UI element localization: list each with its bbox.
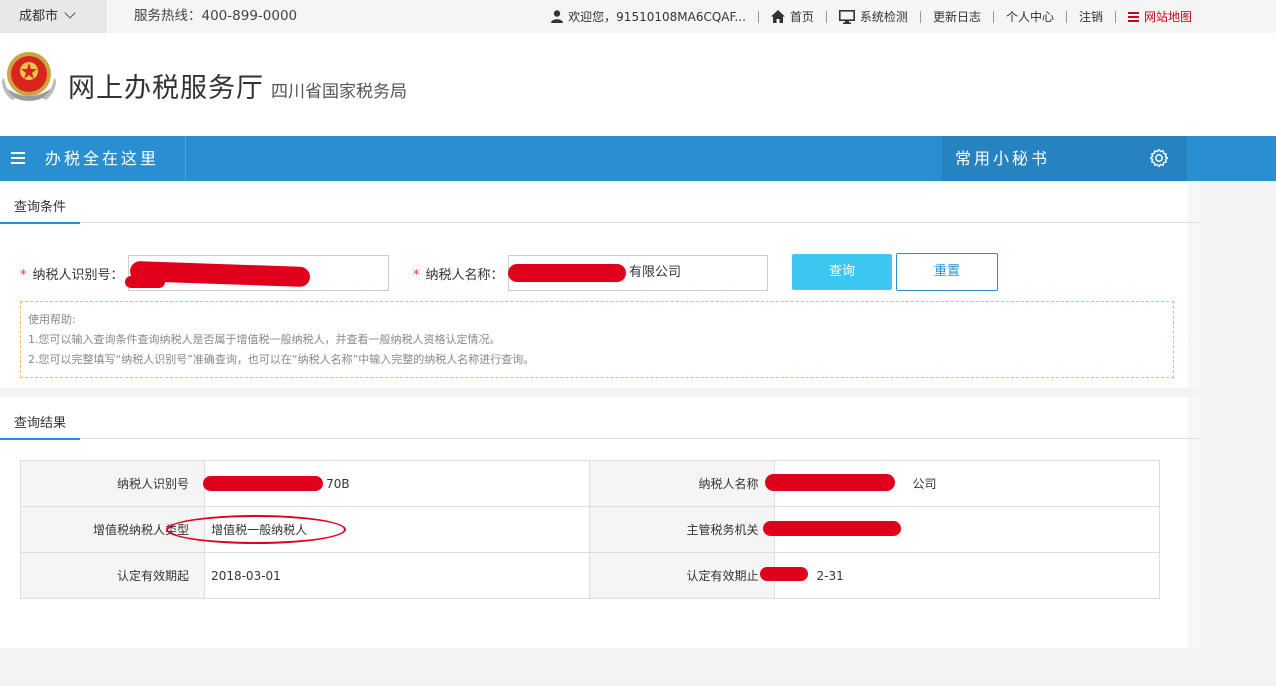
system-check-label: 系统检测: [859, 10, 908, 24]
personal-center-label: 个人中心: [1005, 10, 1054, 24]
usage-help-box: 使用帮助: 1.您可以输入查询条件查询纳税人是否属于增值税一般纳税人，并查看一般…: [20, 301, 1174, 378]
update-log-link[interactable]: 更新日志: [933, 8, 981, 25]
nav-right-spacer: [1188, 136, 1276, 181]
help-title: 使用帮助:: [28, 313, 76, 326]
taxpayer-id-label: * 纳税人识别号：: [20, 264, 124, 283]
page-subtitle: 四川省国家税务局: [271, 82, 407, 102]
hamburger-icon: [11, 152, 25, 164]
redaction-mark: [765, 474, 895, 491]
redaction-mark: [763, 521, 901, 536]
required-marker: *: [413, 268, 420, 283]
logout-label: 注销: [1078, 10, 1103, 24]
list-icon: [1127, 11, 1139, 22]
sitemap-label: 网站地图: [1143, 10, 1192, 24]
sitemap-link[interactable]: 网站地图: [1127, 8, 1192, 25]
redaction-mark: [760, 567, 808, 581]
logout-link[interactable]: 注销: [1079, 8, 1103, 25]
menu-button[interactable]: 办税全在这里: [0, 136, 186, 181]
top-bar: 成都市 服务热线：400-899-0000 欢迎您，91510108MA6CQA…: [0, 0, 1276, 33]
result-value: 2018-03-01: [204, 552, 591, 599]
top-links: 欢迎您，91510108MA6CQAF... 首页 系统检测 更新日志 个人中心…: [551, 0, 1192, 33]
result-key: 增值税纳税人类型: [19, 506, 206, 553]
result-key: 认定有效期起: [19, 552, 206, 599]
divider: [992, 10, 994, 23]
table-row: 纳税人识别号 70B 纳税人名称 公司: [19, 460, 1161, 507]
tax-emblem-logo: [2, 52, 56, 101]
result-value: 2-31: [773, 552, 1161, 599]
result-key: 主管税务机关: [589, 506, 775, 553]
monitor-icon: [838, 9, 855, 24]
redaction-mark: [508, 264, 626, 282]
table-row: 认定有效期起 2018-03-01 认定有效期止 2-31: [19, 552, 1161, 599]
required-marker: *: [20, 268, 27, 283]
divider: [757, 10, 759, 23]
result-section-header: 查询结果: [0, 397, 1200, 440]
home-icon: [770, 10, 785, 23]
query-section-header: 查询条件: [0, 181, 1200, 224]
divider: [825, 10, 827, 23]
result-table: 纳税人识别号 70B 纳税人名称 公司 增值税纳税人类型 增值税一般纳税人 主管…: [19, 460, 1161, 599]
taxpayer-name-label-text: 纳税人名称：: [425, 268, 504, 283]
result-section-title: 查询结果: [0, 410, 81, 440]
page-title: 网上办税服务厅: [68, 73, 264, 104]
query-section-title: 查询条件: [0, 194, 81, 224]
home-link-label: 首页: [789, 10, 814, 24]
site-header: 网上办税服务厅 四川省国家税务局: [0, 33, 1276, 136]
result-key: 认定有效期止: [589, 552, 775, 599]
table-row: 增值税纳税人类型 增值税一般纳税人 主管税务机关: [19, 506, 1161, 553]
home-link[interactable]: 首页: [770, 8, 814, 25]
result-key: 纳税人名称: [589, 460, 775, 507]
city-selector[interactable]: 成都市: [0, 0, 106, 33]
section-gap: [0, 388, 1200, 397]
user-icon: [551, 10, 564, 23]
reset-button[interactable]: 重置: [896, 253, 998, 291]
query-button[interactable]: 查询: [792, 254, 892, 290]
system-check-link[interactable]: 系统检测: [838, 8, 908, 25]
divider: [1065, 10, 1067, 23]
chevron-down-icon: [64, 7, 76, 19]
secretary-label: 常用小秘书: [955, 149, 1051, 168]
help-line: 2.您可以完整填写“纳税人识别号”准确查询，也可以在“纳税人名称”中输入完整的纳…: [28, 353, 535, 366]
menu-label: 办税全在这里: [45, 149, 160, 168]
gear-icon[interactable]: [1149, 148, 1169, 168]
redaction-mark: [125, 276, 165, 288]
redaction-mark: [203, 476, 323, 491]
taxpayer-name-label: * 纳税人名称：: [413, 264, 504, 283]
secretary-panel-toggle[interactable]: 常用小秘书: [942, 136, 1187, 181]
welcome-text: 欢迎您，91510108MA6CQAF...: [568, 10, 746, 24]
nav-spacer: [187, 136, 941, 181]
city-label: 成都市: [19, 9, 59, 24]
divider: [1114, 10, 1116, 23]
main-nav: 办税全在这里 常用小秘书: [0, 136, 1276, 181]
help-line: 1.您可以输入查询条件查询纳税人是否属于增值税一般纳税人，并查看一般纳税人资格认…: [28, 333, 501, 346]
welcome-user[interactable]: 欢迎您，91510108MA6CQAF...: [551, 8, 746, 25]
divider: [919, 10, 921, 23]
update-log-label: 更新日志: [932, 10, 981, 24]
hotline-text: 服务热线：400-899-0000: [134, 8, 298, 24]
result-key: 纳税人识别号: [19, 460, 206, 507]
taxpayer-id-label-text: 纳税人识别号：: [32, 268, 124, 283]
personal-center-link[interactable]: 个人中心: [1006, 8, 1054, 25]
result-value: 增值税一般纳税人: [204, 506, 591, 553]
